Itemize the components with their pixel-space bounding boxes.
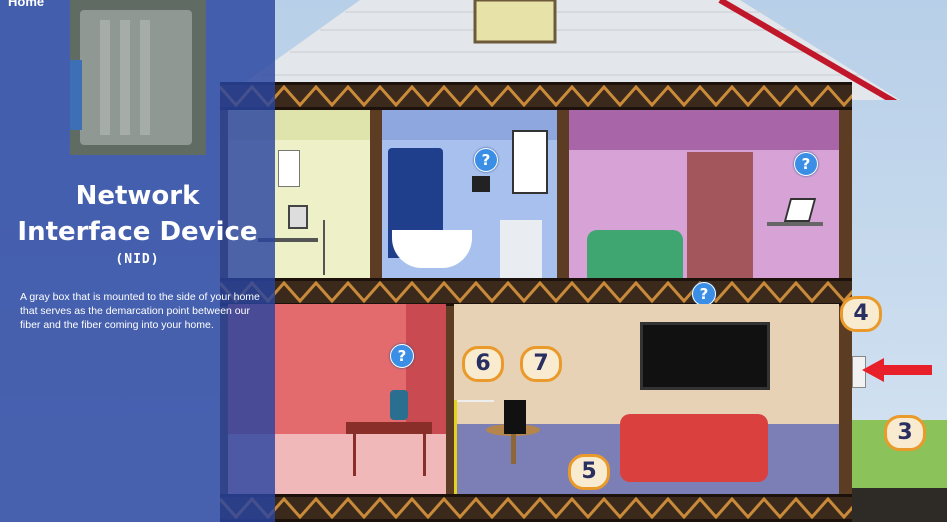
help-icon[interactable]: ? [692,282,716,306]
marker-3[interactable]: 3 [884,415,926,451]
fiber-line [454,400,457,494]
door [687,152,753,278]
help-icon[interactable]: ? [390,344,414,368]
info-panel: Home Network Interface Device (NID) A gr… [0,0,275,522]
bed [587,230,683,278]
marker-4[interactable]: 4 [840,296,882,332]
tv-icon [640,322,770,390]
nid-photo [70,0,206,155]
living-room: 6 7 5 [454,304,839,494]
bedroom: ? [569,110,839,278]
floor-beam [220,278,852,306]
help-icon[interactable]: ? [474,148,498,172]
marker-5[interactable]: 5 [568,454,610,490]
panel-title: Network Interface Device [0,178,275,250]
panel-title-line1: Network [75,181,200,211]
panel-corner-label: Home [8,0,45,9]
panel-title-line2: Interface Device [17,217,258,247]
router-icon [504,400,526,434]
sofa [620,414,768,482]
marker-6[interactable]: 6 [462,346,504,382]
laptop-icon [783,198,817,222]
table [346,422,432,434]
panel-description: A gray box that is mounted to the side o… [20,291,260,331]
help-icon[interactable]: ? [794,152,818,176]
roof-beam [220,82,852,110]
phone-icon [390,390,408,420]
arrow-icon [862,358,932,382]
bathroom: ? [382,110,557,278]
marker-7[interactable]: 7 [520,346,562,382]
bathtub [392,230,472,268]
foundation-beam [220,494,852,522]
panel-subtitle: (NID) [115,252,160,267]
